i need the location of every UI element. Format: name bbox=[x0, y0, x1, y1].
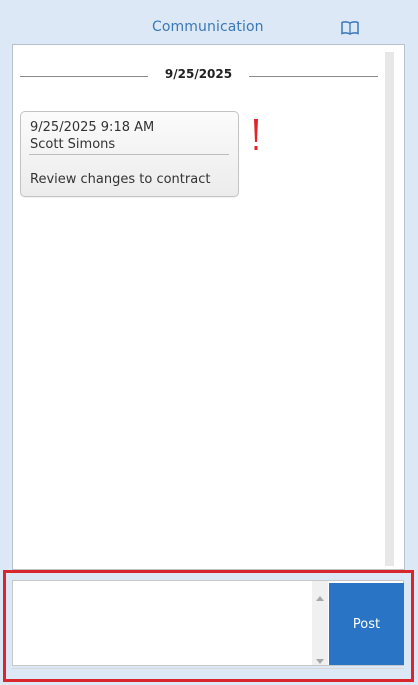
page-title: Communication bbox=[152, 19, 264, 35]
exclamation-alert-icon bbox=[251, 118, 261, 154]
scroll-down-arrow-icon[interactable] bbox=[315, 651, 325, 664]
date-separator: 9/25/2025 bbox=[20, 66, 378, 88]
header: Communication bbox=[0, 0, 418, 44]
separator-line-left bbox=[20, 76, 148, 77]
post-button[interactable]: Post bbox=[329, 583, 404, 665]
thread-scrollbar[interactable] bbox=[385, 52, 394, 566]
date-separator-label: 9/25/2025 bbox=[164, 67, 233, 81]
scroll-up-arrow-icon[interactable] bbox=[315, 587, 325, 601]
separator-line-right bbox=[249, 76, 378, 77]
message-divider bbox=[29, 154, 229, 155]
message-input[interactable] bbox=[13, 581, 311, 665]
message-card[interactable]: 9/25/2025 9:18 AM Scott Simons Review ch… bbox=[20, 111, 239, 197]
book-icon[interactable] bbox=[340, 20, 360, 36]
composer-bottom-border bbox=[12, 668, 404, 669]
message-author: Scott Simons bbox=[30, 137, 116, 152]
message-text: Review changes to contract bbox=[30, 172, 211, 187]
message-timestamp: 9/25/2025 9:18 AM bbox=[30, 120, 155, 135]
input-scrollbar[interactable] bbox=[312, 581, 328, 665]
